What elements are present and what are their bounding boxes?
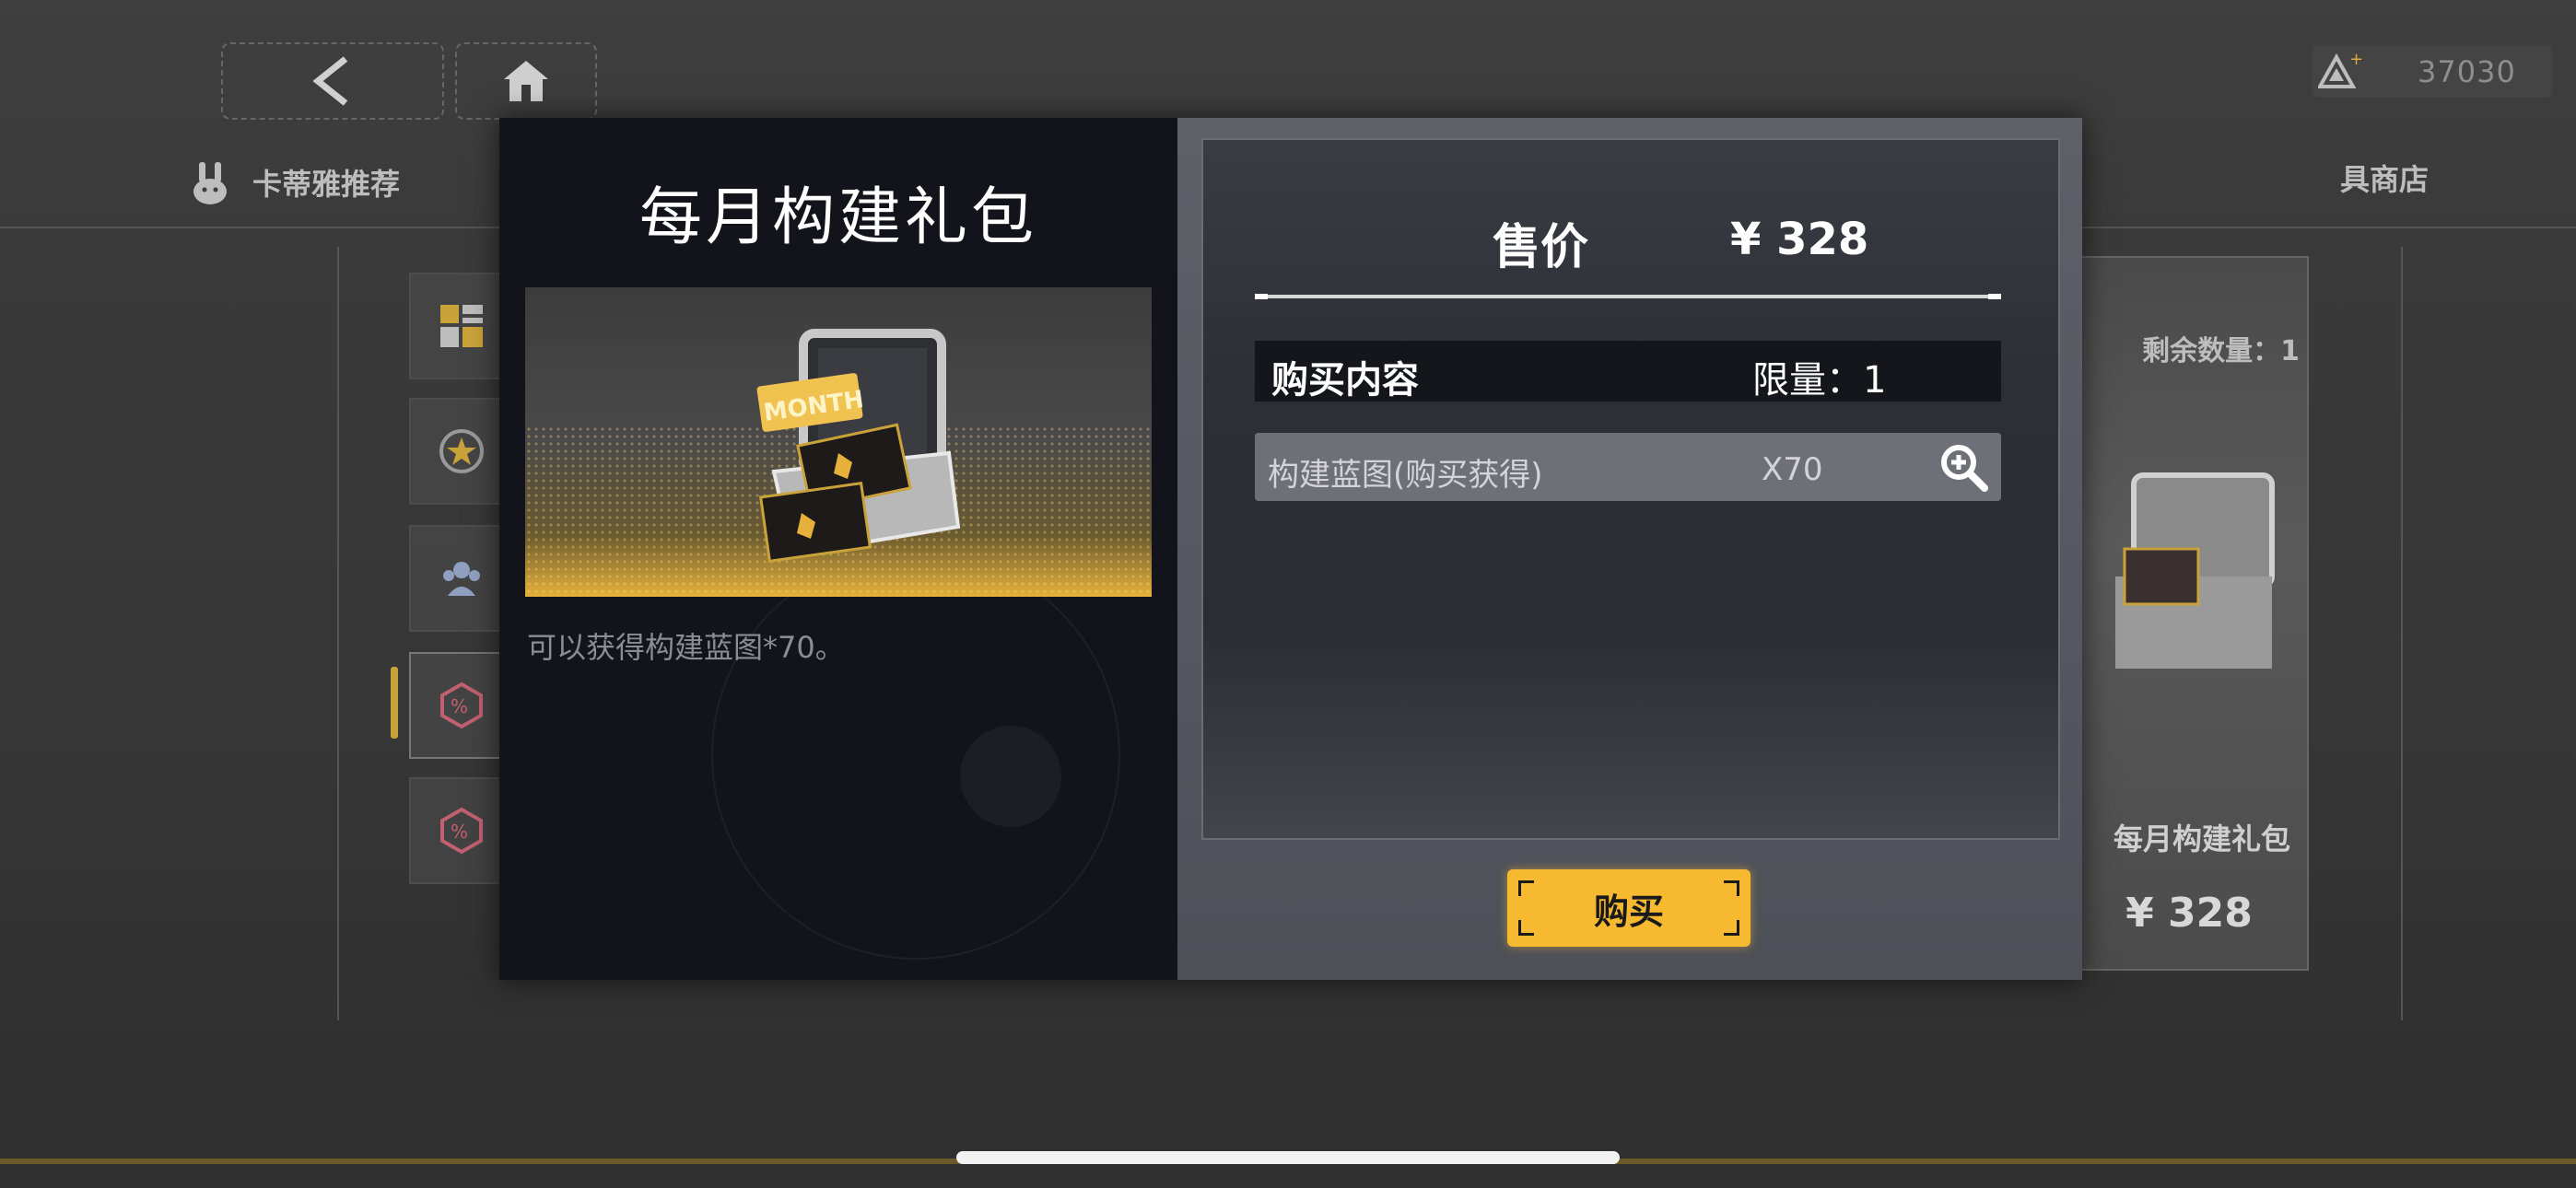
svg-text:%: % [451,695,468,717]
home-icon [500,57,552,105]
sidebar-tile-discount-2[interactable]: % [409,777,514,884]
decorative-dot [960,726,1061,827]
gift-box-illustration: MONTH [756,329,961,564]
svg-text:%: % [451,821,468,843]
item-quantity: X70 [1762,451,1823,488]
sidebar-tile-grid[interactable] [409,273,514,379]
frame-line-right [2401,247,2403,1020]
purchase-modal: 每月构建礼包 MONTH 可以获得构建蓝图*70。 售价 ¥ 328 购买内容 … [499,118,2082,980]
sidebar-active-marker [391,667,398,739]
purchase-limit: 限量：1 [1752,359,1887,402]
currency-display: + 37030 [2313,46,2552,98]
back-arrow-icon [305,53,360,109]
package-title: 每月构建礼包 [638,181,1037,254]
price-value: ¥ 328 [1730,214,1869,265]
bunny-icon [193,162,227,204]
tab-label: 卡蒂雅推荐 [252,167,401,202]
sidebar-tile-discount[interactable]: % [409,652,514,759]
background-product-card[interactable]: 剩余数量：1 每月构建礼包 ¥ 328 [2077,256,2309,971]
currency-amount: 37030 [2418,54,2516,89]
decorative-circle [711,551,1120,960]
modal-info-panel: 每月构建礼包 MONTH 可以获得构建蓝图*70。 [499,118,1177,980]
package-description: 可以获得构建蓝图*70。 [527,630,845,665]
sidebar-tile-team[interactable] [409,525,514,632]
home-button[interactable] [455,42,597,120]
price-divider [1255,294,2001,299]
item-name: 构建蓝图(购买获得) [1268,457,1543,494]
frame-line-left [337,247,339,1020]
home-indicator[interactable] [956,1151,1620,1164]
team-icon [443,562,480,596]
card-price: ¥ 328 [2125,890,2253,937]
button-corner [1724,880,1739,896]
button-corner [1518,880,1534,896]
discount-icon: % [440,681,483,729]
card-name: 每月构建礼包 [2113,821,2290,856]
svg-text:+: + [2349,52,2362,69]
star-badge-icon [439,429,484,473]
package-image [2115,472,2275,669]
tab-katya-recommend[interactable]: 卡蒂雅推荐 [184,157,400,208]
button-corner [1518,920,1534,936]
content-item-row: 构建蓝图(购买获得) X70 [1255,433,2001,501]
modal-purchase-panel: 售价 ¥ 328 购买内容 限量：1 构建蓝图(购买获得) X70 购买 [1177,118,2082,980]
buy-button-label: 购买 [1593,891,1664,932]
bottom-bar [0,1050,2576,1188]
button-corner [1724,920,1739,936]
remaining-count: 剩余数量：1 [2142,335,2300,367]
package-image: MONTH [525,287,1152,597]
tab-item-shop[interactable]: 具商店 [2340,157,2429,199]
contents-header: 购买内容 限量：1 [1255,341,2001,402]
discount-icon: % [440,807,483,855]
magnifier-plus-icon[interactable] [1937,440,1990,494]
contents-label: 购买内容 [1271,359,1419,402]
buy-button[interactable]: 购买 [1507,869,1751,947]
sidebar-tile-star[interactable] [409,398,514,505]
triangle-token-icon: + [2313,46,2368,98]
tab-label: 具商店 [2340,162,2430,197]
price-label: 售价 [1493,220,1589,275]
back-button[interactable] [221,42,444,120]
grid-icon [440,305,483,347]
